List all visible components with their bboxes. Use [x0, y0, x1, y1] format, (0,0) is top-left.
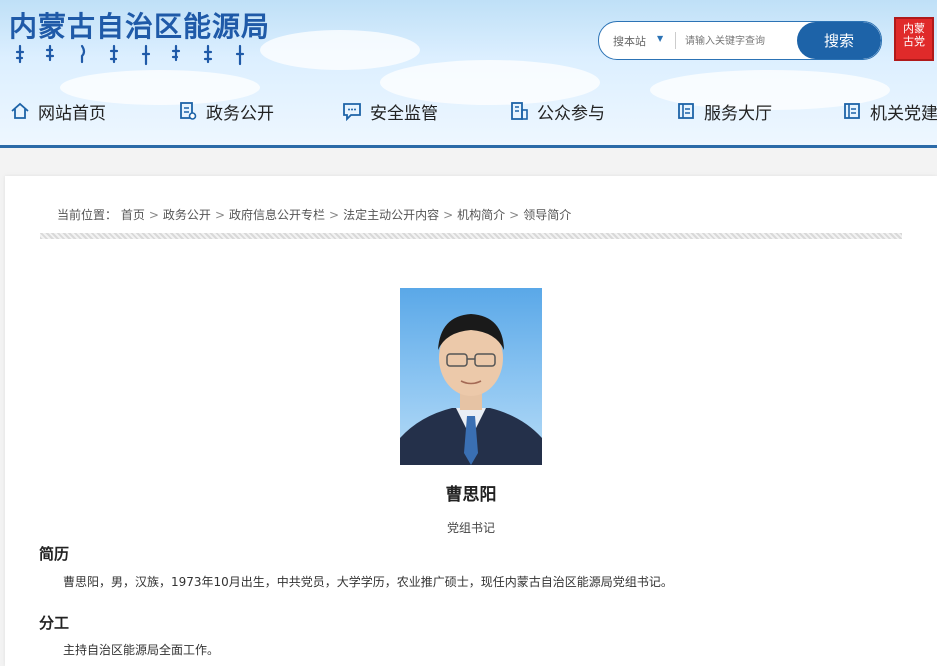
- document-icon: [180, 102, 197, 120]
- cloud-decoration: [260, 30, 420, 70]
- breadcrumb-gov-affairs[interactable]: 政务公开: [163, 208, 211, 222]
- nav-item-label: 服务大厅: [704, 103, 772, 124]
- leader-name: 曹思阳: [445, 485, 497, 505]
- nav-item-party[interactable]: 机关党建: [842, 96, 937, 126]
- nav-item-gov-affairs[interactable]: 政务公开: [178, 96, 274, 126]
- breadcrumb: 当前位置： 首页 > 政务公开 > 政府信息公开专栏 > 法定主动公开内容 > 机构简介 > 领导简…: [57, 206, 571, 223]
- breadcrumb-separator: >: [443, 208, 454, 222]
- search-button[interactable]: 搜索: [797, 22, 881, 59]
- breadcrumb-separator: >: [214, 208, 225, 222]
- search-input[interactable]: [683, 30, 797, 52]
- nav-item-service[interactable]: 服务大厅: [676, 96, 772, 126]
- breadcrumb-statutory[interactable]: 法定主动公开内容: [343, 208, 439, 222]
- nav-item-label: 公众参与: [537, 103, 605, 124]
- nav-item-label: 网站首页: [38, 103, 106, 124]
- party-emblem-icon: 内蒙 古党: [894, 17, 934, 61]
- resume-heading: 简历: [39, 545, 70, 563]
- leader-position: 党组书记: [446, 521, 495, 535]
- breadcrumb-separator: >: [148, 208, 159, 222]
- book-icon: [678, 103, 694, 119]
- duties-body: 主持自治区能源局全面工作。: [63, 643, 220, 657]
- home-icon: [11, 102, 29, 119]
- book-icon: [844, 103, 860, 119]
- content-card: 当前位置： 首页 > 政务公开 > 政府信息公开专栏 > 法定主动公开内容 > 机构简介 > 领导简…: [5, 176, 937, 666]
- breadcrumb-org-intro[interactable]: 机构简介: [457, 208, 505, 222]
- nav-item-label: 机关党建: [870, 103, 937, 124]
- breadcrumb-info-column[interactable]: 政府信息公开专栏: [229, 208, 325, 222]
- chat-icon: [343, 103, 361, 121]
- nav-item-safety[interactable]: 安全监管: [342, 96, 438, 126]
- breadcrumb-leaders[interactable]: 领导简介: [523, 208, 571, 222]
- search-divider: [675, 32, 676, 49]
- site-header: 内蒙古自治区能源局 搜本站 ▼ 搜索 内蒙古党 网站首页 政务公开: [0, 0, 937, 148]
- breadcrumb-prefix: 当前位置：: [57, 208, 118, 222]
- section-divider: [40, 233, 902, 239]
- site-title[interactable]: 内蒙古自治区能源局: [9, 5, 270, 45]
- main-nav: 网站首页 政务公开 安全监管 公众参与 服务大厅 机关党建: [0, 96, 937, 126]
- nav-item-home[interactable]: 网站首页: [10, 96, 106, 126]
- duties-heading: 分工: [39, 614, 70, 632]
- nav-item-label: 安全监管: [370, 103, 438, 124]
- breadcrumb-home[interactable]: 首页: [121, 208, 145, 222]
- caret-down-icon[interactable]: ▼: [657, 34, 663, 43]
- leader-portrait: [400, 288, 542, 465]
- people-doc-icon: [511, 102, 528, 120]
- nav-item-label: 政务公开: [206, 103, 274, 124]
- resume-body: 曹思阳，男，汉族，1973年10月出生，中共党员，大学学历，农业推广硕士，现任内…: [63, 575, 673, 589]
- portrait-figure: [400, 314, 542, 465]
- breadcrumb-separator: >: [329, 208, 340, 222]
- search-scope-select[interactable]: 搜本站: [613, 33, 646, 49]
- mongolian-script-logo: [15, 44, 245, 66]
- search-box: 搜本站 ▼ 搜索: [598, 21, 882, 60]
- breadcrumb-separator: >: [509, 208, 520, 222]
- nav-item-public[interactable]: 公众参与: [509, 96, 605, 126]
